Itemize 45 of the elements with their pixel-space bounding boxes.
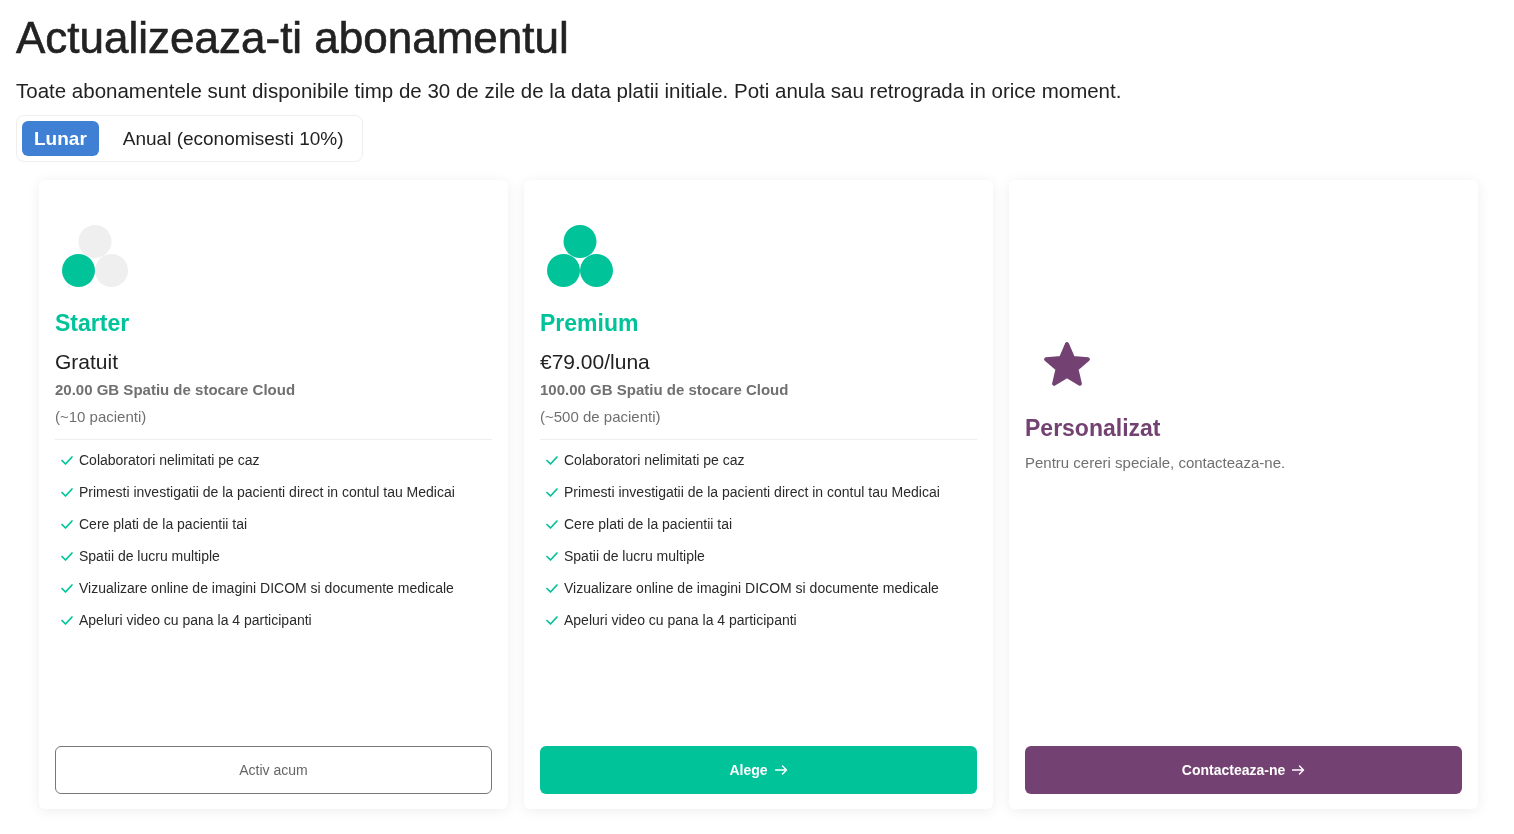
check-icon [546,615,558,625]
check-icon [61,583,73,593]
storage-amount: 100.00 GB Spatiu de stocare Cloud [540,380,789,400]
contact-button[interactable]: Contacteaza-ne [1025,746,1462,794]
feature-text: Spatii de lucru multiple [79,548,220,564]
feature-text: Colaboratori nelimitati pe caz [564,452,745,468]
plan-price: €79.00/luna [540,349,650,374]
arrow-icon [1292,765,1306,775]
arrow-icon [774,765,788,775]
page-title: Actualizeaza-ti abonamentul [16,13,569,63]
check-icon [61,487,73,497]
billing-tab[interactable]: Anual (economisesti 10%) [122,121,344,156]
feature-text: Cere plati de la pacientii tai [564,516,733,532]
check-icon [61,519,73,529]
check-icon [61,455,73,465]
patient-estimate: (~10 pacienti) [55,407,147,427]
check-icon [546,455,558,465]
current-plan-button[interactable]: Activ acum [55,746,492,794]
feature-text: Apeluri video cu pana la 4 participanti [79,612,312,628]
plan-price: Gratuit [55,349,119,374]
billing-tab[interactable]: Lunar [22,121,99,156]
feature-text: Vizualizare online de imagini DICOM si documente medicale [564,580,939,596]
plan-description: Pentru cereri speciale, contacteaza-ne. [1025,453,1286,473]
check-icon [546,583,558,593]
feature-text: Colaboratori nelimitati pe caz [79,452,260,468]
page-subtitle: Toate abonamentele sunt disponibile timp de 30 de zile de la data platii initiale. Poti anula sau retrograda in orice moment. [16,79,1122,103]
check-icon [61,615,73,625]
circles-icon [547,225,613,287]
star-icon [1042,340,1092,388]
feature-text: Vizualizare online de imagini DICOM si documente medicale [79,580,454,596]
circles-icon [62,225,128,287]
feature-text: Cere plati de la pacientii tai [79,516,248,532]
plan-name: Premium [540,309,639,338]
feature-text: Spatii de lucru multiple [564,548,705,564]
feature-text: Primesti investigatii de la pacienti direct in contul tau Medicai [564,484,940,500]
check-icon [546,487,558,497]
plan-name: Personalizat [1025,414,1161,443]
plan-name: Starter [55,309,130,338]
feature-text: Primesti investigatii de la pacienti direct in contul tau Medicai [79,484,455,500]
check-icon [546,551,558,561]
patient-estimate: (~500 de pacienti) [540,407,661,427]
check-icon [61,551,73,561]
feature-text: Apeluri video cu pana la 4 participanti [564,612,797,628]
storage-amount: 20.00 GB Spatiu de stocare Cloud [55,380,296,400]
check-icon [546,519,558,529]
